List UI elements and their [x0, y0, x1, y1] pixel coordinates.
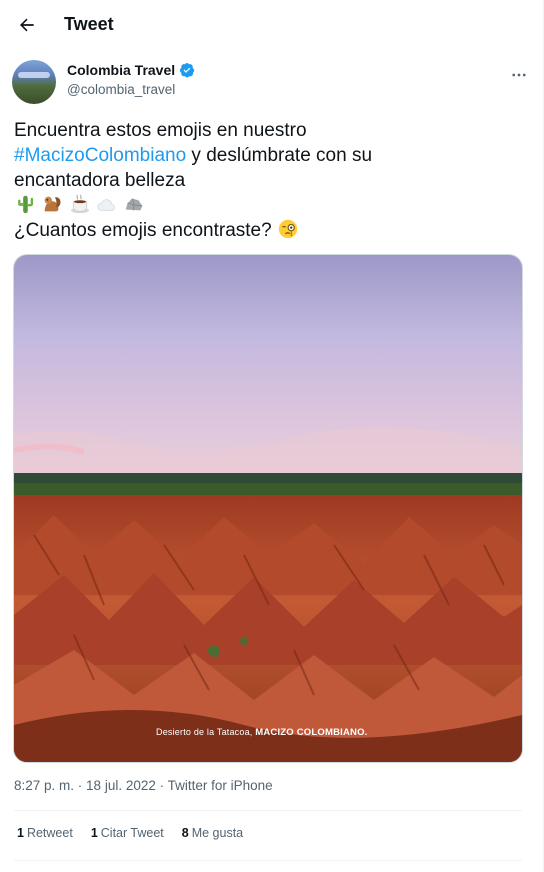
tweet-source[interactable]: Twitter for iPhone [168, 778, 273, 793]
caption-prefix: Desierto de la Tatacoa, [156, 727, 256, 737]
hashtag-link[interactable]: #MacizoColombiano [14, 145, 186, 166]
tweet-line-4: ¿Cuantos emojis encontraste? [14, 218, 524, 243]
back-button[interactable] [12, 10, 42, 40]
arrow-left-icon [20, 18, 34, 32]
avatar-logo-band [18, 72, 50, 78]
top-bar: Tweet [0, 0, 544, 50]
likes-label: Me gusta [191, 826, 244, 840]
emoji-row [14, 193, 524, 218]
more-options-button[interactable] [506, 62, 532, 88]
quotes-stat[interactable]: 1 Citar Tweet [91, 826, 164, 840]
quotes-count: 1 [90, 826, 98, 840]
cactus-emoji [18, 195, 34, 214]
likes-count: 8 [181, 826, 189, 840]
hot-beverage-emoji [70, 194, 89, 214]
quotes-label: Citar Tweet [100, 826, 164, 840]
cloud-emoji [97, 199, 115, 211]
caption-bold: MACIZO COLOMBIANO. [255, 727, 368, 738]
tweet-meta: 8:27 p. m. · 18 jul. 2022 · Twitter for … [14, 778, 273, 793]
rock-emoji [125, 198, 143, 211]
desert-landscape-photo [14, 255, 522, 762]
action-bar-peek [0, 864, 544, 872]
verified-badge-icon [180, 63, 195, 78]
tweet-time[interactable]: 8:27 p. m. [14, 778, 74, 793]
retweets-count: 1 [17, 826, 24, 840]
tweet-stats: 1 Retweet 1 Citar Tweet 8 Me gusta [17, 826, 243, 840]
chipmunk-emoji [44, 196, 61, 212]
tweet-photo[interactable]: Desierto de la Tatacoa, MACIZO COLOMBIAN… [13, 254, 523, 763]
tweet-date[interactable]: 18 jul. 2022 [86, 778, 156, 793]
face-with-monocle-emoji [278, 219, 298, 239]
meta-separator-1: · [74, 778, 87, 793]
tweet-line-2: #MacizoColombiano y deslúmbrate con su [14, 143, 524, 168]
avatar[interactable] [12, 60, 56, 104]
author-name[interactable]: Colombia Travel [67, 62, 175, 78]
photo-caption: Desierto de la Tatacoa, MACIZO COLOMBIAN… [156, 727, 368, 738]
tweet-line-1: Encuentra estos emojis en nuestro [14, 120, 307, 141]
tweet-line-4-text: ¿Cuantos emojis encontraste? [14, 220, 277, 241]
author-name-row: Colombia Travel [67, 62, 195, 78]
tweet-line-2-text: y deslúmbrate con su [186, 145, 373, 166]
tweet-text: Encuentra estos emojis en nuestro #Maciz… [14, 118, 524, 243]
retweets-stat[interactable]: 1 Retweet [17, 826, 73, 840]
page-title: Tweet [64, 14, 114, 34]
tweet-author: Colombia Travel @colombia_travel [12, 58, 532, 106]
divider [14, 810, 522, 811]
retweets-label: Retweet [26, 826, 73, 840]
more-horizontal-icon [512, 73, 526, 77]
likes-stat[interactable]: 8 Me gusta [182, 826, 243, 840]
author-handle[interactable]: @colombia_travel [67, 82, 175, 97]
divider-bottom [14, 860, 522, 861]
meta-separator-2: · [155, 778, 168, 793]
tweet-line-3: encantadora belleza [14, 170, 186, 191]
